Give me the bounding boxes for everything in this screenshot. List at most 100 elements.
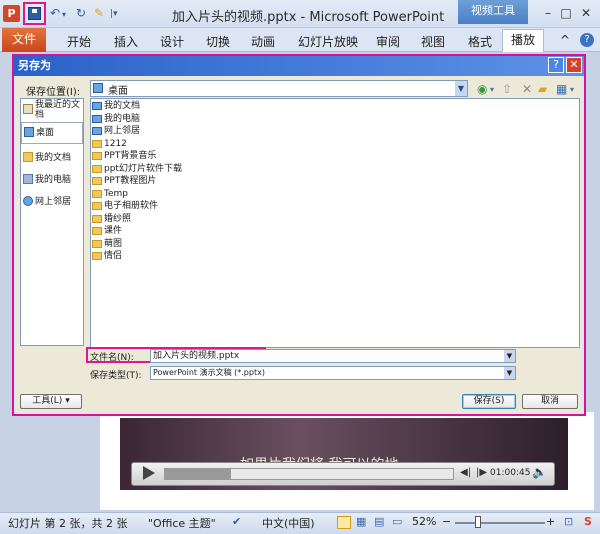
spellcheck-icon[interactable]: ✔	[232, 515, 241, 528]
quick-access-save-button[interactable]	[23, 2, 46, 25]
views-icon[interactable]: ▦	[556, 82, 567, 96]
save-disk-icon	[28, 7, 41, 20]
file-name: 网上邻居	[104, 126, 141, 136]
save-location-value: 桌面	[108, 86, 128, 97]
theme-name[interactable]: "Office 主题"	[148, 515, 216, 531]
back-dropdown-icon[interactable]: ▾	[490, 85, 494, 94]
new-folder-icon[interactable]: ▰	[538, 82, 547, 96]
place-label: 网上邻居	[35, 197, 72, 207]
place-my-computer[interactable]: 我的电脑	[21, 170, 83, 192]
chevron-down-icon[interactable]: ▼	[504, 367, 515, 379]
undo-icon[interactable]: ↶	[50, 6, 60, 20]
help-icon[interactable]: ?	[580, 33, 594, 47]
step-forward-icon[interactable]: |▶	[476, 467, 487, 478]
slideshow-view-icon[interactable]: ▭	[392, 515, 402, 528]
file-name: Temp	[104, 188, 128, 199]
file-name: PPT背景音乐	[104, 151, 157, 161]
file-list-item[interactable]: 婚纱照	[92, 213, 131, 225]
place-network[interactable]: 网上邻居	[21, 192, 83, 214]
file-list-item[interactable]: 网上邻居	[92, 125, 140, 137]
normal-view-icon[interactable]	[337, 516, 351, 529]
tab-file[interactable]: 文件	[2, 28, 46, 52]
video-time: 01:00:45	[490, 468, 531, 478]
place-desktop[interactable]: 桌面	[21, 122, 83, 144]
maximize-button[interactable]: □	[558, 5, 574, 21]
save-button[interactable]: 保存(S)	[462, 394, 516, 409]
tools-button[interactable]: 工具(L) ▾	[20, 394, 82, 409]
tab-insert[interactable]: 插入	[114, 33, 138, 50]
desktop-icon	[24, 127, 34, 137]
views-dropdown-icon[interactable]: ▾	[570, 85, 574, 94]
step-back-icon[interactable]: ◀|	[460, 467, 471, 478]
minimize-button[interactable]: –	[540, 5, 556, 21]
customize-toolbar-icon[interactable]: |▾	[110, 9, 118, 19]
tab-slideshow[interactable]: 幻灯片放映	[298, 33, 358, 50]
system-location-icon	[92, 102, 102, 110]
file-list-item[interactable]: 情侣	[92, 250, 122, 262]
file-list-item[interactable]: PPT背景音乐	[92, 150, 156, 162]
tab-transitions[interactable]: 切换	[206, 33, 230, 50]
save-location-dropdown[interactable]	[90, 80, 468, 97]
play-icon[interactable]	[143, 466, 155, 480]
zoom-slider-thumb[interactable]	[475, 516, 481, 528]
close-window-button[interactable]: ✕	[578, 5, 594, 21]
file-list-item[interactable]: 我的文档	[92, 100, 140, 112]
redo-icon[interactable]: ↻	[76, 6, 86, 20]
folder-icon	[92, 152, 102, 160]
desktop-icon	[93, 83, 103, 93]
zoom-level[interactable]: 52%	[412, 515, 436, 528]
tab-view[interactable]: 视图	[421, 33, 445, 50]
folder-icon	[92, 189, 102, 198]
sogou-ime-icon[interactable]: S	[584, 515, 592, 528]
zoom-in-button[interactable]: +	[546, 515, 555, 528]
folder-icon	[92, 214, 102, 223]
file-list-item[interactable]: 电子相册软件	[92, 200, 158, 212]
zoom-slider[interactable]	[455, 522, 545, 524]
undo-dropdown-icon[interactable]: ▾	[62, 10, 66, 19]
file-name: 萌图	[104, 238, 123, 249]
tab-review[interactable]: 审阅	[376, 33, 400, 50]
file-list-item[interactable]: 萌图	[92, 238, 122, 250]
format-painter-icon[interactable]: ✎	[94, 6, 104, 20]
tab-playback[interactable]: 播放	[502, 29, 544, 53]
file-list-item[interactable]: ppt幻灯片软件下载	[92, 163, 182, 175]
place-label: 桌面	[36, 128, 55, 138]
chevron-down-icon[interactable]: ▼	[455, 81, 467, 96]
file-name-input[interactable]: 加入片头的视频.pptx	[150, 349, 516, 363]
file-list-item[interactable]: PPT教程图片	[92, 175, 156, 187]
file-list[interactable]	[90, 98, 580, 348]
file-list-item[interactable]: 我的电脑	[92, 113, 140, 125]
tab-animations[interactable]: 动画	[251, 33, 275, 50]
cancel-button[interactable]: 取消	[522, 394, 578, 409]
place-recent-documents[interactable]: 我最近的文档	[21, 100, 83, 120]
zoom-out-button[interactable]: −	[442, 515, 451, 528]
powerpoint-app-icon[interactable]: P	[3, 5, 20, 22]
system-location-icon	[92, 114, 102, 123]
file-list-item[interactable]: 1212	[92, 138, 127, 150]
language-indicator[interactable]: 中文(中国)	[262, 515, 315, 531]
tab-home[interactable]: 开始	[67, 33, 91, 50]
dialog-title: 另存为	[14, 56, 584, 76]
tab-format[interactable]: 格式	[468, 33, 492, 50]
file-list-item[interactable]: Temp	[92, 188, 128, 200]
chevron-down-icon[interactable]: ▼	[504, 350, 515, 362]
dialog-help-button[interactable]: ?	[548, 57, 564, 73]
delete-icon[interactable]: ✕	[522, 82, 532, 96]
file-name: 我的文档	[104, 101, 141, 111]
tab-design[interactable]: 设计	[160, 33, 184, 50]
file-name: 1212	[104, 138, 127, 149]
reading-view-icon[interactable]: ▤	[374, 515, 384, 528]
folder-icon	[92, 164, 102, 173]
back-icon[interactable]: ◉	[477, 82, 487, 96]
slide-sorter-icon[interactable]: ▦	[356, 515, 366, 528]
file-type-select[interactable]: PowerPoint 演示文稿 (*.pptx)	[150, 366, 516, 380]
up-folder-icon[interactable]: ⇧	[502, 82, 512, 96]
collapse-ribbon-icon[interactable]: ^	[560, 33, 570, 47]
volume-icon[interactable]: 🔈	[532, 465, 547, 479]
file-name: 婚纱照	[104, 213, 132, 224]
folder-icon	[92, 239, 102, 248]
fit-to-window-icon[interactable]: ⊡	[564, 515, 573, 528]
place-my-documents[interactable]: 我的文档	[21, 148, 83, 170]
file-list-item[interactable]: 课件	[92, 225, 122, 237]
dialog-close-button[interactable]: ✕	[566, 57, 582, 73]
